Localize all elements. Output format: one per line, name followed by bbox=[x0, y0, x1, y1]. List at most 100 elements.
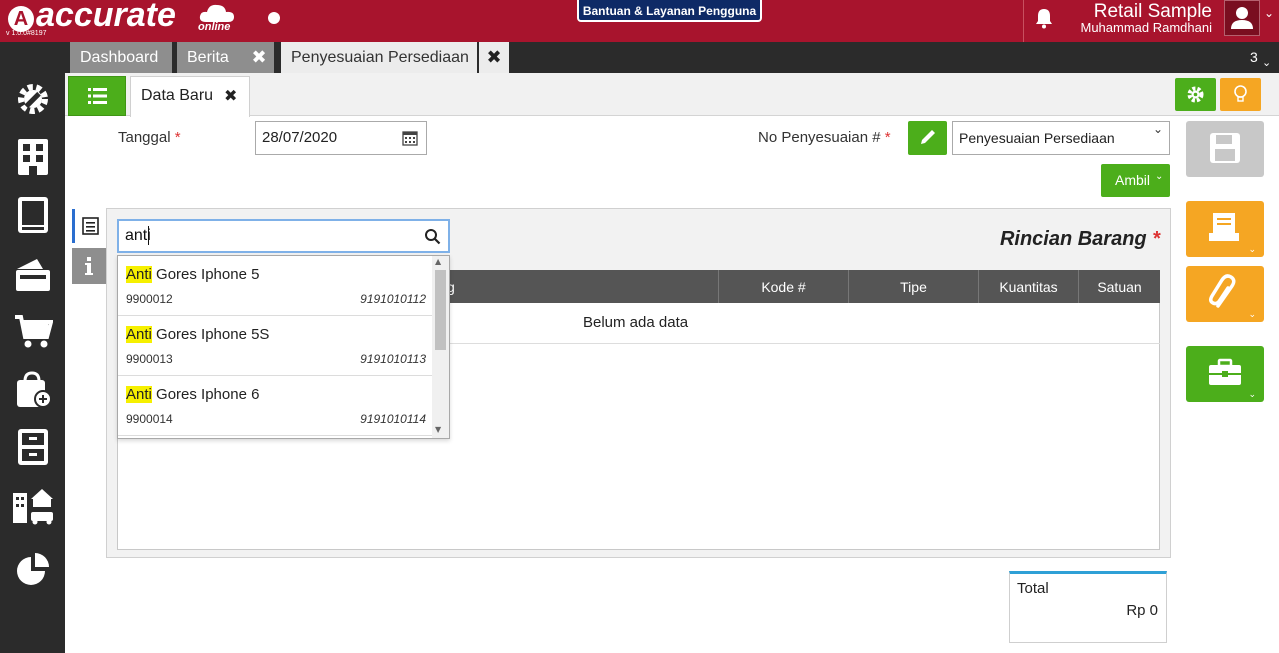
ledger-icon[interactable] bbox=[13, 195, 53, 235]
result-name-rest: Gores Iphone 5 bbox=[151, 266, 260, 283]
tools-button[interactable]: ⌄ bbox=[1186, 346, 1264, 402]
result-name-rest: Gores Iphone 6 bbox=[151, 386, 260, 403]
bell-icon[interactable] bbox=[1032, 6, 1056, 30]
search-icon[interactable] bbox=[424, 228, 441, 245]
tab-count-badge[interactable]: 3 bbox=[1250, 49, 1258, 65]
detail-tab-info[interactable] bbox=[72, 248, 106, 284]
sales-cart-icon[interactable] bbox=[13, 311, 53, 351]
tips-button[interactable] bbox=[1220, 78, 1261, 111]
doc-tab-data-baru[interactable]: Data Baru ✖ bbox=[130, 76, 250, 117]
accurate-logo[interactable]: A accurate online v 1.0.0#8197 bbox=[6, 0, 246, 40]
tanggal-label: Tanggal * bbox=[118, 129, 181, 146]
result-barcode: 9191010113 bbox=[360, 352, 426, 366]
section-title: Rincian Barang * bbox=[960, 228, 1160, 251]
number-type-select[interactable]: Penyesuaian Persediaan ⌄ bbox=[952, 121, 1170, 155]
col-header-tipe[interactable]: Tipe bbox=[848, 270, 978, 303]
result-code: 9900013 bbox=[126, 352, 173, 366]
tanggal-label-text: Tanggal bbox=[118, 129, 171, 146]
result-name: Anti Gores Iphone 5S bbox=[126, 326, 269, 343]
chevron-down-icon: ⌄ bbox=[1248, 390, 1256, 400]
chevron-down-icon: ⌄ bbox=[1155, 171, 1164, 182]
chevron-down-icon: ⌄ bbox=[1248, 245, 1256, 255]
assets-icon[interactable] bbox=[13, 485, 53, 525]
user-name[interactable]: Muhammad Ramdhani bbox=[1062, 20, 1212, 35]
logo-text: accurate bbox=[36, 0, 176, 34]
result-code: 9900012 bbox=[126, 292, 173, 306]
required-mark: * bbox=[1152, 228, 1160, 250]
divider bbox=[1023, 0, 1024, 42]
tab-berita[interactable]: Berita bbox=[177, 42, 244, 73]
report-chart-icon[interactable] bbox=[13, 549, 53, 589]
attachment-button[interactable]: ⌄ bbox=[1186, 266, 1264, 322]
number-type-value: Penyesuaian Persediaan bbox=[959, 130, 1115, 146]
chevron-down-icon[interactable]: ⌄ bbox=[1262, 56, 1271, 69]
edit-number-button[interactable] bbox=[908, 121, 947, 155]
result-highlight: Anti bbox=[126, 386, 152, 403]
section-title-text: Rincian Barang bbox=[999, 228, 1147, 250]
tab-bar: Dashboard Berita ✖ Penyesuaian Persediaa… bbox=[0, 42, 1279, 73]
settings-icon[interactable] bbox=[13, 79, 53, 119]
detail-tab-items[interactable] bbox=[72, 209, 106, 243]
search-result-item[interactable]: Anti Gores Iphone 6 9900014 9191010114 bbox=[118, 376, 434, 436]
no-penyesuaian-label: No Penyesuaian # * bbox=[758, 129, 891, 146]
ambil-button[interactable]: Ambil ⌄ bbox=[1101, 164, 1170, 197]
cash-bank-icon[interactable] bbox=[13, 253, 53, 293]
text-cursor bbox=[148, 226, 149, 245]
list-view-button[interactable] bbox=[68, 76, 126, 116]
status-dot-icon bbox=[268, 12, 280, 24]
help-support-button[interactable]: Bantuan & Layanan Pengguna bbox=[577, 0, 762, 22]
pencil-icon bbox=[921, 130, 935, 144]
col-header-name[interactable]: g bbox=[447, 270, 467, 303]
tab-berita-close-icon[interactable]: ✖ bbox=[244, 42, 274, 73]
search-results-dropdown: Anti Gores Iphone 5 9900012 9191010112 A… bbox=[117, 255, 450, 439]
accurate-logo-mark: A bbox=[8, 6, 34, 32]
chevron-down-icon: ⌄ bbox=[1248, 310, 1256, 320]
chevron-down-icon: ⌄ bbox=[1152, 122, 1163, 136]
search-result-item[interactable]: Anti Gores Iphone 5 9900012 9191010112 bbox=[118, 256, 434, 316]
list-icon bbox=[88, 88, 107, 104]
chevron-down-icon[interactable]: ⌄ bbox=[1264, 6, 1274, 20]
result-barcode: 9191010114 bbox=[360, 412, 426, 426]
result-highlight: Anti bbox=[126, 266, 152, 283]
result-highlight: Anti bbox=[126, 326, 152, 343]
required-mark: * bbox=[174, 129, 181, 146]
item-search-input[interactable]: anti bbox=[117, 219, 450, 253]
lightbulb-icon bbox=[1234, 85, 1247, 102]
inventory-icon[interactable] bbox=[13, 427, 53, 467]
no-penyesuaian-label-text: No Penyesuaian # bbox=[758, 129, 881, 146]
top-bar: A accurate online v 1.0.0#8197 Bantuan &… bbox=[0, 0, 1279, 42]
purchase-bag-icon[interactable] bbox=[13, 369, 53, 409]
result-code: 9900014 bbox=[126, 412, 173, 426]
result-name-rest: Gores Iphone 5S bbox=[151, 326, 270, 343]
close-icon[interactable]: ✖ bbox=[224, 86, 237, 105]
user-avatar-icon[interactable] bbox=[1224, 0, 1260, 36]
doc-tab-label: Data Baru bbox=[141, 87, 214, 104]
save-button[interactable] bbox=[1186, 121, 1264, 177]
empty-message: Belum ada data bbox=[583, 314, 689, 331]
tab-penyesuaian-close-icon[interactable]: ✖ bbox=[479, 42, 509, 73]
save-icon bbox=[1210, 133, 1240, 163]
result-name: Anti Gores Iphone 5 bbox=[126, 266, 259, 283]
sidebar bbox=[0, 73, 65, 653]
scroll-up-icon[interactable]: ▲ bbox=[435, 257, 441, 266]
tab-dashboard[interactable]: Dashboard bbox=[70, 42, 172, 73]
document-list-icon bbox=[82, 217, 99, 235]
search-result-item[interactable]: Anti Gores Iphone 5S 9900013 9191010113 bbox=[118, 316, 434, 376]
settings-button[interactable] bbox=[1175, 78, 1216, 111]
calendar-icon[interactable] bbox=[402, 130, 418, 146]
company-icon[interactable] bbox=[13, 137, 53, 177]
gear-icon bbox=[1187, 86, 1204, 103]
print-button[interactable]: ⌄ bbox=[1186, 201, 1264, 257]
result-barcode: 9191010112 bbox=[360, 292, 426, 306]
total-value: Rp 0 bbox=[1126, 602, 1158, 619]
scrollbar-thumb[interactable] bbox=[435, 270, 446, 350]
scroll-down-icon[interactable]: ▼ bbox=[435, 425, 441, 434]
required-mark: * bbox=[884, 129, 891, 146]
tab-penyesuaian-persediaan[interactable]: Penyesuaian Persediaan bbox=[281, 42, 477, 73]
version-label: v 1.0.0#8197 bbox=[6, 30, 47, 37]
info-icon bbox=[85, 257, 93, 275]
col-header-satuan[interactable]: Satuan bbox=[1078, 270, 1160, 303]
col-header-kuantitas[interactable]: Kuantitas bbox=[978, 270, 1078, 303]
logo-sub: online bbox=[198, 21, 231, 33]
col-header-kode[interactable]: Kode # bbox=[718, 270, 848, 303]
